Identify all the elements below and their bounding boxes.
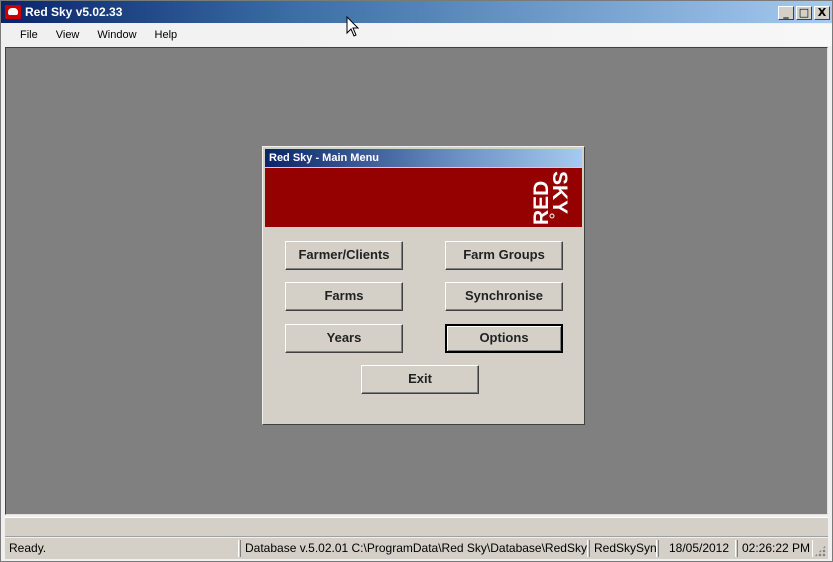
status-date: 18/05/2012 xyxy=(658,540,736,557)
minimize-button[interactable]: _ xyxy=(778,6,794,20)
menu-window[interactable]: Window xyxy=(88,24,145,46)
toolbar-strip xyxy=(5,517,828,537)
status-database: Database v.5.02.01 C:\ProgramData\Red Sk… xyxy=(240,540,588,557)
status-time: 02:26:22 PM xyxy=(737,540,813,557)
options-button[interactable]: Options xyxy=(445,324,563,353)
dialog-title[interactable]: Red Sky - Main Menu xyxy=(265,149,582,167)
exit-button[interactable]: Exit xyxy=(361,365,479,394)
window-title: Red Sky v5.02.33 xyxy=(25,5,123,19)
main-menu-dialog: Red Sky - Main Menu RED SKY Farmer/Clien… xyxy=(262,146,585,425)
maximize-button[interactable]: □ xyxy=(796,6,812,20)
logo-sky-text: SKY xyxy=(548,171,571,214)
mouse-cursor-icon xyxy=(346,16,360,37)
status-text: Ready. xyxy=(5,540,239,557)
farm-groups-button[interactable]: Farm Groups xyxy=(445,241,563,270)
synchronise-button[interactable]: Synchronise xyxy=(445,282,563,311)
close-button[interactable]: X xyxy=(814,6,830,20)
title-bar[interactable]: Red Sky v5.02.33 _ □ X xyxy=(1,1,832,23)
farms-button[interactable]: Farms xyxy=(285,282,403,311)
minimize-icon: _ xyxy=(783,6,789,19)
red-sky-banner: RED SKY xyxy=(265,168,582,227)
menu-file[interactable]: File xyxy=(11,24,47,46)
close-icon: X xyxy=(817,6,827,19)
menu-view[interactable]: View xyxy=(47,24,89,46)
resize-grip[interactable] xyxy=(814,545,826,557)
app-icon[interactable] xyxy=(5,5,21,19)
years-button[interactable]: Years xyxy=(285,324,403,353)
main-window: Red Sky v5.02.33 _ □ X File View Window … xyxy=(0,0,833,562)
maximize-icon: □ xyxy=(798,6,810,19)
red-sky-logo: RED SKY xyxy=(530,171,571,225)
status-bar: Ready. Database v.5.02.01 C:\ProgramData… xyxy=(5,538,828,559)
status-sync: RedSkySync xyxy=(589,540,657,557)
menu-help[interactable]: Help xyxy=(146,24,187,46)
menu-bar: File View Window Help xyxy=(1,24,832,46)
farmer-clients-button[interactable]: Farmer/Clients xyxy=(285,241,403,270)
